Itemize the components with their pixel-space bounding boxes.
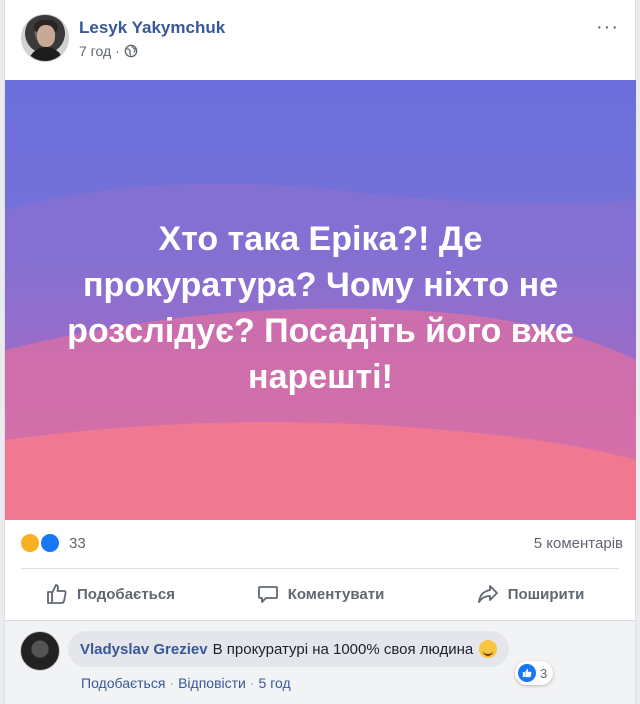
thumbs-up-icon [47, 584, 67, 604]
post-time[interactable]: 7 год [79, 43, 111, 59]
banner-text: Хто така Еріка?! Де прокуратура? Чому ні… [67, 220, 574, 396]
globe-icon[interactable] [124, 44, 138, 58]
reaction-stats: 33 5 коментарів [17, 530, 623, 560]
author-name[interactable]: Lesyk Yakymchuk [79, 18, 225, 38]
post-card: Lesyk Yakymchuk 7 год · ··· Хто така Ері… [4, 0, 636, 704]
comment-like-link[interactable]: Подобається [81, 675, 165, 691]
avatar-body [28, 47, 64, 61]
like-icon[interactable] [39, 532, 61, 554]
like-button[interactable]: Подобається [5, 570, 215, 618]
comment-button-label: Коментувати [287, 585, 385, 603]
commenter-name[interactable]: Vladyslav Greziev [80, 641, 208, 658]
meta-separator: · [115, 43, 120, 59]
commenter-avatar[interactable] [20, 631, 60, 671]
dot-separator: · [249, 675, 255, 691]
comment-icon [257, 586, 278, 603]
haha-icon[interactable] [19, 532, 41, 554]
post-header: Lesyk Yakymchuk 7 год · ··· [21, 14, 623, 70]
comments-count[interactable]: 5 коментарів [534, 535, 623, 552]
wink-emoji-icon [479, 640, 498, 658]
like-button-label: Подобається [77, 585, 175, 603]
action-bar: Подобається Коментувати Поширити [5, 570, 635, 618]
comment-reaction-count: 3 [540, 665, 548, 681]
share-button[interactable]: Поширити [425, 570, 635, 618]
share-icon [477, 585, 498, 603]
comment-bubble: Vladyslav Greziev В прокуратурі на 1000%… [68, 631, 510, 667]
comment-reactions[interactable]: 3 [515, 661, 554, 685]
comment-reply-link[interactable]: Відповісти [178, 675, 246, 691]
like-icon [518, 664, 536, 682]
dot-separator: · [169, 675, 175, 691]
post-meta: 7 год · [79, 43, 138, 59]
comment-time[interactable]: 5 год [259, 675, 291, 691]
divider [21, 568, 619, 569]
avatar-face [37, 25, 55, 47]
reaction-count[interactable]: 33 [69, 535, 86, 552]
author-avatar[interactable] [21, 14, 69, 62]
comments-section: Vladyslav Greziev В прокуратурі на 1000%… [5, 620, 635, 704]
comment-actions: Подобається · Відповісти · 5 год [81, 675, 291, 691]
share-button-label: Поширити [507, 585, 585, 603]
more-options-button[interactable]: ··· [596, 16, 619, 39]
comment-button[interactable]: Коментувати [215, 570, 425, 618]
comment-text: В прокуратурі на 1000% своя людина [212, 640, 474, 658]
post-background-banner: Хто така Еріка?! Де прокуратура? Чому ні… [5, 80, 636, 520]
